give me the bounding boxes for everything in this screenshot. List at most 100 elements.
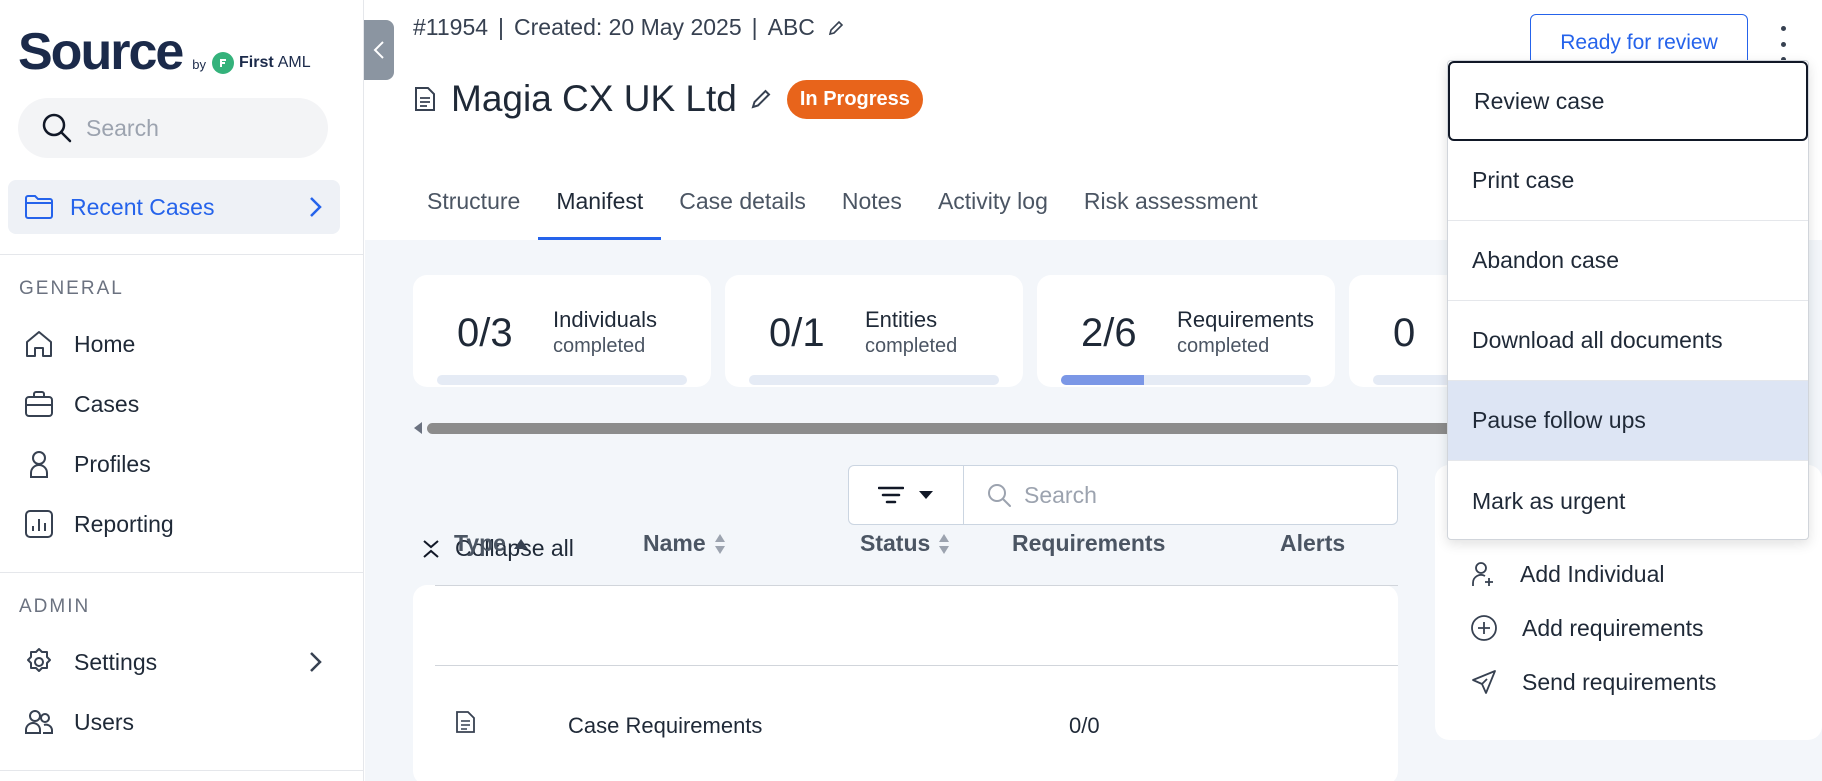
column-header-label: Alerts [1280,530,1346,556]
stat-card-entities: 0/1 Entities completed [725,275,1023,387]
separator: | [751,14,758,40]
tab-risk-assessment[interactable]: Risk assessment [1066,180,1276,240]
add-person-icon [1472,562,1493,586]
progress-bar [437,375,687,385]
add-requirements-button[interactable]: Add requirements [1470,614,1704,642]
scrollbar-thumb[interactable] [427,423,1487,434]
stat-card-requirements: 2/6 Requirements completed [1037,275,1335,387]
column-header-type[interactable]: Type [454,530,528,557]
column-header-name[interactable]: Name [643,530,726,557]
sidebar-divider [0,572,364,573]
table-divider [435,585,1398,586]
filter-icon [878,486,904,504]
first-aml-logo-icon [212,52,235,74]
manifest-search[interactable] [963,465,1398,525]
case-meta: #11954 | Created: 20 May 2025 | ABC [413,14,845,41]
column-header-status[interactable]: Status [860,530,950,557]
progress-bar [1061,375,1311,385]
table-divider [435,665,1398,666]
nav-item-cases[interactable]: Cases [24,382,344,426]
logo-wordmark: Source [18,23,184,81]
progress-fill [1061,375,1145,385]
menu-item-mark-as-urgent[interactable]: Mark as urgent [1448,461,1808,541]
stat-sublabel: completed [1177,335,1270,357]
collapse-icon [423,539,439,558]
tab-structure[interactable]: Structure [409,180,538,240]
send-icon [1472,670,1496,694]
logo[interactable]: Source by First AML [18,22,311,82]
action-label: Send requirements [1522,668,1717,695]
nav-item-profiles[interactable]: Profiles [24,442,344,486]
menu-item-pause-follow-ups[interactable]: Pause follow ups [1448,381,1808,461]
chevron-right-icon [310,652,322,672]
users-icon [25,710,53,734]
document-icon [415,87,435,111]
stat-sublabel: completed [865,335,958,357]
recent-cases-label: Recent Cases [70,193,215,220]
nav-item-reporting[interactable]: Reporting [24,502,344,546]
tab-activity-log[interactable]: Activity log [920,180,1066,240]
sidebar-search[interactable] [18,98,328,158]
logo-by: by [192,57,207,72]
partner-suffix: AML [277,54,311,71]
sidebar-search-input[interactable] [86,114,306,142]
sort-icon [714,533,725,554]
sort-icon [939,533,950,554]
general-section-label: GENERAL [19,278,124,299]
menu-item-print-case[interactable]: Print case [1448,141,1808,221]
stat-label: Requirements [1177,307,1314,332]
column-header-label: Status [860,530,931,556]
stat-value: 0 [1393,311,1416,355]
menu-item-download-all-documents[interactable]: Download all documents [1448,301,1808,381]
stat-sublabel: completed [553,335,646,357]
recent-cases-button[interactable]: Recent Cases [8,180,340,234]
menu-item-review-case[interactable]: Review case [1448,61,1808,141]
person-icon [30,451,48,478]
tab-case-details[interactable]: Case details [661,180,824,240]
nav-label-cases: Cases [74,390,140,417]
search-icon [42,113,72,143]
plus-circle-icon [1471,615,1497,641]
nav-label-reporting: Reporting [74,510,174,537]
progress-bar [749,375,999,385]
send-requirements-button[interactable]: Send requirements [1470,668,1716,696]
briefcase-icon [25,391,53,417]
stat-value: 2/6 [1081,311,1137,355]
column-header-requirements: Requirements [1012,530,1165,557]
caret-down-icon [919,491,933,499]
table-row-name[interactable]: Case Requirements [568,713,762,739]
partner-logo: First AML [212,52,311,74]
tab-manifest[interactable]: Manifest [538,180,662,240]
more-options-icon[interactable] [1773,26,1793,62]
filter-button[interactable] [848,465,964,525]
menu-item-abandon-case[interactable]: Abandon case [1448,221,1808,301]
admin-section-label: ADMIN [19,596,91,617]
scroll-left-arrow-icon[interactable] [413,422,423,434]
home-icon [26,331,52,357]
action-label: Add requirements [1522,614,1704,641]
add-individual-button[interactable]: Add Individual [1470,560,1665,588]
report-chart-icon [25,510,53,538]
stat-card-individuals: 0/3 Individuals completed [413,275,711,387]
case-options-menu: Review case Print case Abandon case Down… [1447,60,1809,540]
nav-item-users[interactable]: Users [24,700,344,744]
nav-label-settings: Settings [74,648,158,675]
manifest-table [413,585,1398,781]
case-tag: ABC [767,14,815,40]
chevron-right-icon [310,197,322,217]
nav-label-profiles: Profiles [74,450,151,477]
folder-icon [25,195,53,219]
nav-item-settings[interactable]: Settings [24,640,344,684]
partner-name: First [239,54,274,71]
tab-notes[interactable]: Notes [824,180,920,240]
stat-value: 0/1 [769,311,825,355]
column-header-alerts: Alerts [1280,530,1345,557]
edit-pencil-icon[interactable] [749,87,773,111]
edit-pencil-icon[interactable] [827,19,845,37]
sidebar-divider [0,254,364,255]
nav-item-home[interactable]: Home [24,322,344,366]
case-id: #11954 [413,14,489,40]
case-title: Magia CX UK Ltd [451,78,737,119]
manifest-search-input[interactable] [1024,481,1384,509]
sort-ascending-icon [513,538,528,549]
